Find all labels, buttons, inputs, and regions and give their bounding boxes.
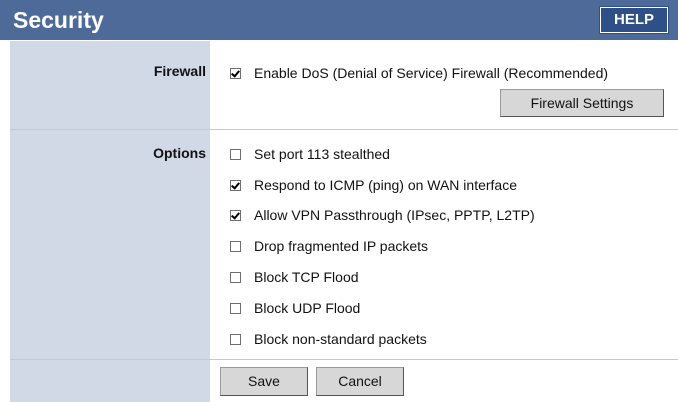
- option-label: Block non-standard packets: [254, 331, 427, 347]
- option-label: Respond to ICMP (ping) on WAN interface: [254, 177, 518, 193]
- option-checkbox[interactable]: [230, 271, 241, 283]
- option-checkbox[interactable]: [230, 302, 241, 314]
- save-button[interactable]: Save: [220, 367, 308, 396]
- enable-dos-checkbox[interactable]: [230, 67, 241, 79]
- cancel-button[interactable]: Cancel: [316, 367, 404, 396]
- enable-dos-row: Enable DoS (Denial of Service) Firewall …: [230, 63, 608, 83]
- firewall-label-cell: Firewall: [10, 41, 210, 129]
- page-title: Security: [13, 7, 104, 33]
- option-label: Drop fragmented IP packets: [254, 238, 429, 254]
- option-checkbox[interactable]: [230, 148, 241, 160]
- option-label: Allow VPN Passthrough (IPsec, PPTP, L2TP…: [254, 207, 535, 223]
- option-checkbox[interactable]: [230, 179, 241, 191]
- option-label: Block UDP Flood: [254, 300, 361, 316]
- options-label-cell: Options: [10, 130, 210, 359]
- option-checkbox[interactable]: [230, 209, 241, 221]
- option-row: Block non-standard packets: [230, 329, 427, 349]
- option-row: Set port 113 stealthed: [230, 144, 390, 164]
- option-row: Block TCP Flood: [230, 267, 359, 287]
- help-button[interactable]: HELP: [600, 7, 668, 33]
- option-row: Drop fragmented IP packets: [230, 236, 428, 256]
- option-row: Allow VPN Passthrough (IPsec, PPTP, L2TP…: [230, 205, 535, 225]
- option-checkbox[interactable]: [230, 333, 241, 345]
- option-row: Block UDP Flood: [230, 298, 360, 318]
- options-section-label: Options: [153, 145, 206, 161]
- option-label: Set port 113 stealthed: [254, 146, 390, 162]
- option-label: Block TCP Flood: [254, 269, 359, 285]
- enable-dos-label: Enable DoS (Denial of Service) Firewall …: [254, 65, 609, 81]
- option-checkbox[interactable]: [230, 240, 241, 252]
- firewall-settings-button[interactable]: Firewall Settings: [500, 89, 664, 117]
- option-row: Respond to ICMP (ping) on WAN interface: [230, 175, 517, 195]
- security-panel: Security HELP Firewall Enable DoS (Denia…: [0, 0, 678, 402]
- firewall-section-label: Firewall: [153, 63, 206, 79]
- footer-label-cell: [10, 360, 210, 402]
- header-bar: Security HELP: [0, 0, 678, 40]
